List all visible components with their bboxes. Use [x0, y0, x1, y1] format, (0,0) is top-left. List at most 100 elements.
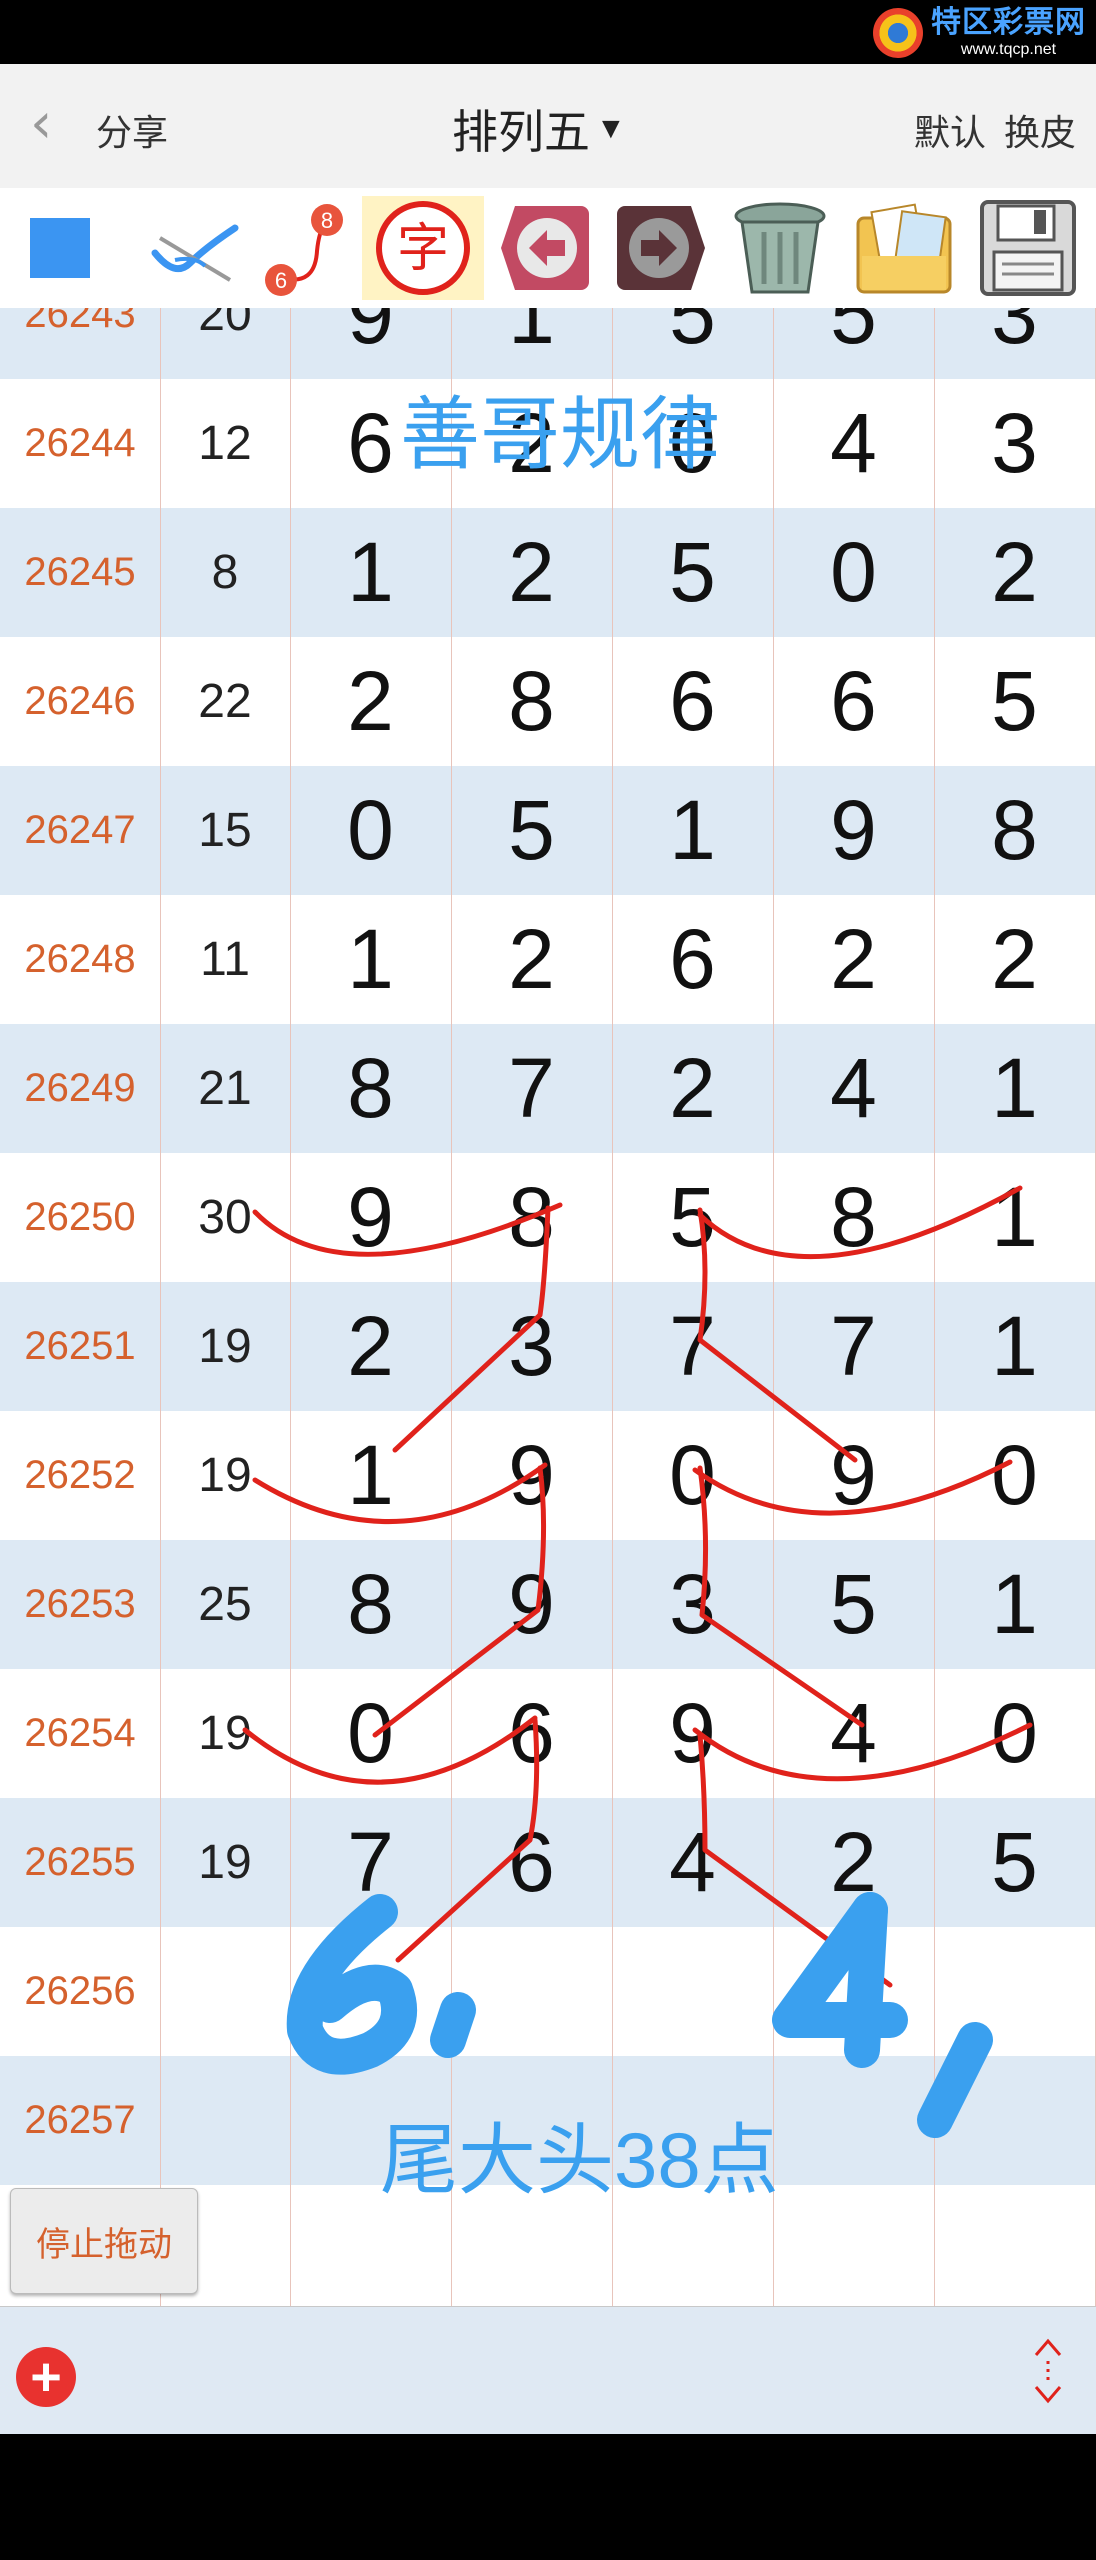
sum-cell: 11: [160, 895, 291, 1024]
issue-number-cell: 26253: [0, 1540, 161, 1669]
digit-cell-4: 5: [773, 308, 935, 379]
digit-cell-4: 9: [773, 766, 935, 895]
digit-cell-5: 5: [934, 1798, 1096, 1927]
digit-cell-5: 3: [934, 379, 1096, 508]
default-button[interactable]: 默认: [914, 104, 986, 156]
digit-cell-5: 8: [934, 766, 1096, 895]
digit-cell-1: 9: [290, 308, 452, 379]
digit-cell-3: [612, 1927, 774, 2056]
digit-cell-3: 1: [612, 766, 774, 895]
digit-cell-5: 0: [934, 1411, 1096, 1540]
digit-cell-4: 7: [773, 1282, 935, 1411]
digit-cell-4: 0: [773, 508, 935, 637]
page-title[interactable]: 排列五 ▼: [452, 96, 626, 162]
sum-cell: 22: [160, 637, 291, 766]
pen-tool[interactable]: [140, 196, 250, 300]
digit-cell-1: 2: [290, 1282, 452, 1411]
digit-cell-1: 9: [290, 1153, 452, 1282]
back-chevron-icon[interactable]: ‹: [30, 96, 52, 152]
sum-cell: [160, 2056, 291, 2185]
table-row[interactable]: 26253 25 8 9 3 5 1: [0, 1540, 1096, 1670]
text-tool[interactable]: 字: [362, 196, 484, 300]
table-row[interactable]: 26250 30 9 8 5 8 1: [0, 1153, 1096, 1283]
digit-cell-4: 4: [773, 1024, 935, 1153]
digit-cell-5: 1: [934, 1153, 1096, 1282]
curve-tool[interactable]: 8 6: [255, 196, 355, 300]
image-tool[interactable]: [846, 196, 962, 300]
issue-number-cell: 26255: [0, 1798, 161, 1927]
clear-tool[interactable]: [722, 196, 838, 300]
sum-cell: 12: [160, 379, 291, 508]
digit-cell-5: 2: [934, 895, 1096, 1024]
watermark-url: www.tqcp.net: [960, 41, 1057, 58]
sum-cell: 25: [160, 1540, 291, 1669]
issue-number-cell: 26247: [0, 766, 161, 895]
digit-cell-5: 1: [934, 1282, 1096, 1411]
character-stamp-icon: 字: [376, 201, 470, 295]
digit-cell-3: 4: [612, 1798, 774, 1927]
digit-cell-2: 8: [451, 1153, 613, 1282]
badge-bottom: 6: [275, 268, 287, 293]
digit-cell-2: 1: [451, 308, 613, 379]
table-row[interactable]: 26249 21 8 7 2 4 1: [0, 1024, 1096, 1154]
digit-cell-3: 3: [612, 1540, 774, 1669]
issue-number-cell: 26250: [0, 1153, 161, 1282]
undo-arrow-icon: [501, 206, 589, 290]
digit-cell-3: 6: [612, 637, 774, 766]
issue-number-cell: 26257: [0, 2056, 161, 2185]
results-grid[interactable]: 26243 20 9 1 5 5 3 26244 12 6 2 0 4 3 26245 8 1 2 5 0 2 26246…: [0, 308, 1096, 2306]
sum-cell: 15: [160, 766, 291, 895]
undo-tool[interactable]: [492, 196, 598, 300]
table-row[interactable]: 26254 19 0 6 9 4 0: [0, 1669, 1096, 1799]
watermark: 特区彩票网 www.tqcp.net: [873, 6, 1086, 60]
digit-cell-4: 4: [773, 1669, 935, 1798]
digit-cell-1: 7: [290, 1798, 452, 1927]
curve-badge-icon: 8 6: [265, 204, 343, 296]
digit-cell-3: 6: [612, 895, 774, 1024]
digit-cell-4: [773, 2056, 935, 2185]
issue-number-cell: 26244: [0, 379, 161, 508]
sum-cell: [160, 1927, 291, 2056]
status-bar: 特区彩票网 www.tqcp.net: [0, 0, 1096, 64]
digit-cell-1: 0: [290, 766, 452, 895]
digit-cell-3: 5: [612, 508, 774, 637]
digit-cell-3: 2: [612, 1024, 774, 1153]
issue-number-cell: 26252: [0, 1411, 161, 1540]
change-skin-button[interactable]: 换皮: [1004, 104, 1076, 156]
table-row[interactable]: 26247 15 0 5 1 9 8: [0, 766, 1096, 896]
scroll-updown-icon[interactable]: [1028, 2335, 1068, 2407]
photo-folder-icon: [856, 203, 952, 294]
digit-cell-4: 5: [773, 1540, 935, 1669]
table-row[interactable]: 26245 8 1 2 5 0 2: [0, 508, 1096, 638]
digit-cell-4: 8: [773, 1153, 935, 1282]
digit-cell-5: 0: [934, 1669, 1096, 1798]
redo-tool[interactable]: [608, 196, 714, 300]
char-label: 字: [397, 219, 449, 279]
digit-cell-4: [773, 2185, 935, 2306]
dropdown-triangle-icon: ▼: [596, 112, 626, 145]
table-row[interactable]: 26251 19 2 3 7 7 1: [0, 1282, 1096, 1412]
digit-cell-2: 5: [451, 766, 613, 895]
save-tool[interactable]: [970, 196, 1086, 300]
app-header: ‹ 分享 排列五 ▼ 默认 换皮: [0, 64, 1096, 189]
add-icon[interactable]: +: [16, 2347, 76, 2407]
digit-cell-5: [934, 2056, 1096, 2185]
digit-cell-2: 7: [451, 1024, 613, 1153]
stop-drag-button[interactable]: 停止拖动: [10, 2188, 198, 2294]
table-row[interactable]: 26255 19 7 6 4 2 5: [0, 1798, 1096, 1928]
digit-cell-1: 1: [290, 1411, 452, 1540]
digit-cell-3: 9: [612, 1669, 774, 1798]
color-square-tool[interactable]: [20, 196, 100, 300]
sum-cell: 19: [160, 1798, 291, 1927]
floppy-disk-icon: [980, 200, 1076, 296]
page-title-text: 排列五: [452, 106, 590, 158]
digit-cell-1: 8: [290, 1024, 452, 1153]
share-button[interactable]: 分享: [96, 104, 168, 156]
table-row[interactable]: 26256: [0, 1927, 1096, 2059]
digit-cell-4: 6: [773, 637, 935, 766]
table-row[interactable]: 26252 19 1 9 0 9 0: [0, 1411, 1096, 1543]
table-row[interactable]: 26248 11 1 2 6 2 2: [0, 895, 1096, 1027]
pen-check-icon: [151, 224, 239, 282]
blue-square-icon: [30, 218, 90, 278]
table-row[interactable]: 26246 22 2 8 6 6 5: [0, 637, 1096, 767]
